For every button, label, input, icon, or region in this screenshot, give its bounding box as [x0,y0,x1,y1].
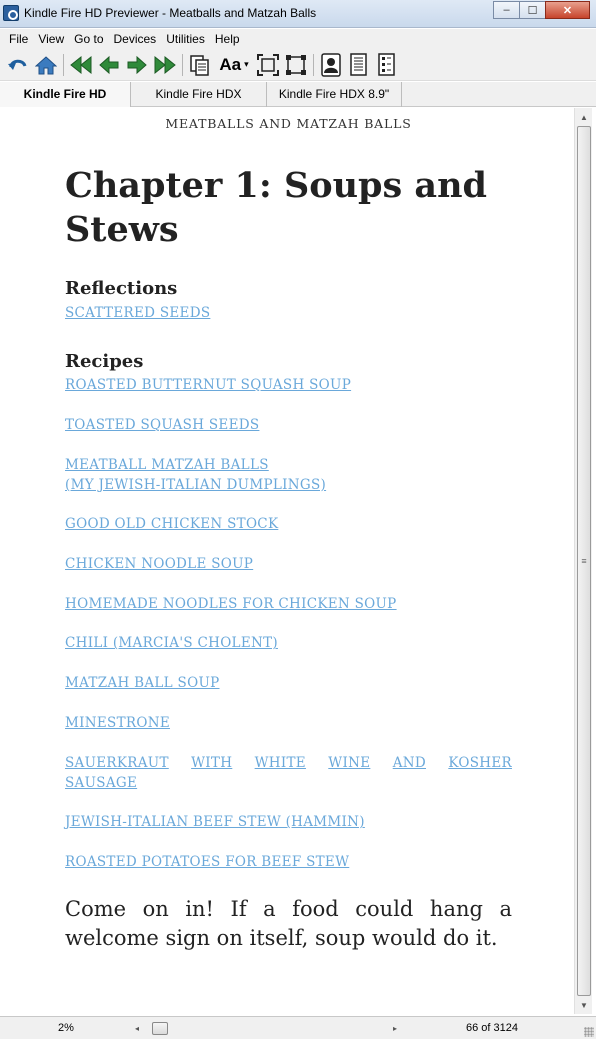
toc-link-sauerkraut[interactable]: SAUERKRAUT WITH WHITE WINE AND KOSHER SAUSAGE [65,753,512,793]
toc-link-chicken-noodle-soup[interactable]: CHICKEN NOODLE SOUP [65,554,512,574]
menu-view[interactable]: View [33,32,69,46]
maximize-button[interactable]: ☐ [519,1,546,19]
vertical-scroll-thumb[interactable]: ≡ [577,126,591,996]
previous-page-button[interactable] [95,52,123,78]
page-position: 66 of 3124 [466,1022,518,1034]
toc-link-scattered-seeds[interactable]: SCATTERED SEEDS [65,303,512,323]
book-info-icon [378,52,395,76]
book-page-icon [350,52,367,76]
toc-link-chili[interactable]: CHILI (MARCIA'S CHOLENT) [65,633,512,653]
slider-left-icon[interactable]: ◂ [130,1021,144,1036]
toc-link-meatball-matzah-balls[interactable]: MEATBALL MATZAH BALLS (MY JEWISH-ITALIAN… [65,455,512,495]
slider-right-icon[interactable]: ▸ [388,1021,402,1036]
undo-icon [8,59,27,70]
chapter-title: Chapter 1: Soups and Stews [65,164,512,252]
toc-link-good-old-chicken-stock[interactable]: GOOD OLD CHICKEN STOCK [65,514,512,534]
toc-link-word: WITH [191,755,233,771]
menu-go-to[interactable]: Go to [69,32,108,46]
toolbar-separator [182,53,183,76]
toc-link-toasted-squash-seeds[interactable]: TOASTED SQUASH SEEDS [65,415,512,435]
contact-card-button[interactable] [317,52,345,78]
next-page-button[interactable] [123,52,151,78]
toc-link-word: SAUERKRAUT [65,755,169,771]
document-button[interactable] [186,52,214,78]
first-page-icon [70,55,92,74]
toc-link-line: SAUERKRAUT WITH WHITE WINE AND KOSHER [65,753,512,773]
device-tabs: Kindle Fire HD Kindle Fire HDX Kindle Fi… [0,81,596,107]
menu-file[interactable]: File [4,32,33,46]
full-screen-icon [286,54,306,75]
title-bar: Kindle Fire HD Previewer - Meatballs and… [0,0,596,28]
running-head: MEATBALLS AND MATZAH BALLS [165,116,412,131]
fit-page-icon [257,53,279,76]
recipes-heading: Recipes [65,351,144,372]
chevron-down-icon: ▾ [244,59,249,69]
toc-link-word: WHITE [254,755,306,771]
chapter-title-line: Stews [65,209,179,250]
scroll-up-icon[interactable]: ▲ [575,109,593,125]
menu-devices[interactable]: Devices [109,32,162,46]
scroll-down-icon[interactable]: ▼ [575,997,593,1013]
contact-card-icon [321,52,341,77]
previous-page-icon [99,55,119,74]
menu-help[interactable]: Help [210,32,245,46]
toc-link-line: SAUSAGE [65,775,138,791]
app-icon [3,5,19,21]
book-viewport[interactable]: MEATBALLS AND MATZAH BALLS Chapter 1: So… [2,108,574,1014]
toc-link-minestrone[interactable]: MINESTRONE [65,713,512,733]
vertical-scrollbar[interactable]: ▲ ≡ ▼ [574,108,592,1014]
tab-kindle-fire-hdx[interactable]: Kindle Fire HDX [131,81,267,107]
font-size-button[interactable]: Aa ▾ [214,52,254,78]
home-icon [35,55,57,74]
toc-link-word: KOSHER [448,755,512,771]
window-title: Kindle Fire HD Previewer - Meatballs and… [24,6,317,20]
close-button[interactable]: ✕ [545,1,590,19]
toolbar-separator [313,53,314,76]
toc-link-line: MEATBALL MATZAH BALLS [65,457,269,473]
next-page-icon [127,55,147,74]
progress-slider-thumb[interactable] [152,1022,168,1035]
toc-link-beef-stew[interactable]: JEWISH-ITALIAN BEEF STEW (HAMMIN) [65,812,512,832]
toc-link-line: (MY JEWISH-ITALIAN DUMPLINGS) [65,477,327,493]
book-page-button[interactable] [345,52,373,78]
home-button[interactable] [32,52,60,78]
window-controls: ‒ ☐ ✕ [493,1,590,20]
tab-kindle-fire-hd[interactable]: Kindle Fire HD [0,81,131,107]
full-screen-button[interactable] [282,52,310,78]
last-page-icon [154,55,176,74]
chapter-title-line: Chapter 1: Soups and [65,165,487,206]
fit-page-button[interactable] [254,52,282,78]
document-icon [190,54,209,76]
book-info-button[interactable] [373,52,401,78]
reflections-heading: Reflections [65,278,178,299]
toc-link-roasted-butternut-squash-soup[interactable]: ROASTED BUTTERNUT SQUASH SOUP [65,375,512,395]
toolbar: Aa ▾ [0,49,596,81]
last-page-button[interactable] [151,52,179,78]
toc-link-homemade-noodles[interactable]: HOMEMADE NOODLES FOR CHICKEN SOUP [65,594,512,614]
first-page-button[interactable] [67,52,95,78]
undo-button[interactable] [4,52,32,78]
toc-link-matzah-ball-soup[interactable]: MATZAH BALL SOUP [65,673,512,693]
resize-grip-icon[interactable] [584,1027,594,1037]
menu-utilities[interactable]: Utilities [161,32,210,46]
status-bar: 2% ◂ ▸ 66 of 3124 [0,1016,596,1039]
toc-link-word: AND [392,755,426,771]
intro-paragraph: Come on in! If a food could hang a welco… [65,897,512,950]
toolbar-separator [63,53,64,76]
toc-link-roasted-potatoes[interactable]: ROASTED POTATOES FOR BEEF STEW [65,852,512,872]
progress-percent: 2% [58,1022,74,1034]
progress-slider[interactable]: ◂ ▸ [130,1021,402,1036]
font-size-icon: Aa [219,54,242,74]
menu-bar: File View Go to Devices Utilities Help [0,29,596,49]
minimize-button[interactable]: ‒ [493,1,520,19]
toc-link-word: WINE [328,755,371,771]
tab-kindle-fire-hdx-8-9[interactable]: Kindle Fire HDX 8.9" [267,81,402,107]
